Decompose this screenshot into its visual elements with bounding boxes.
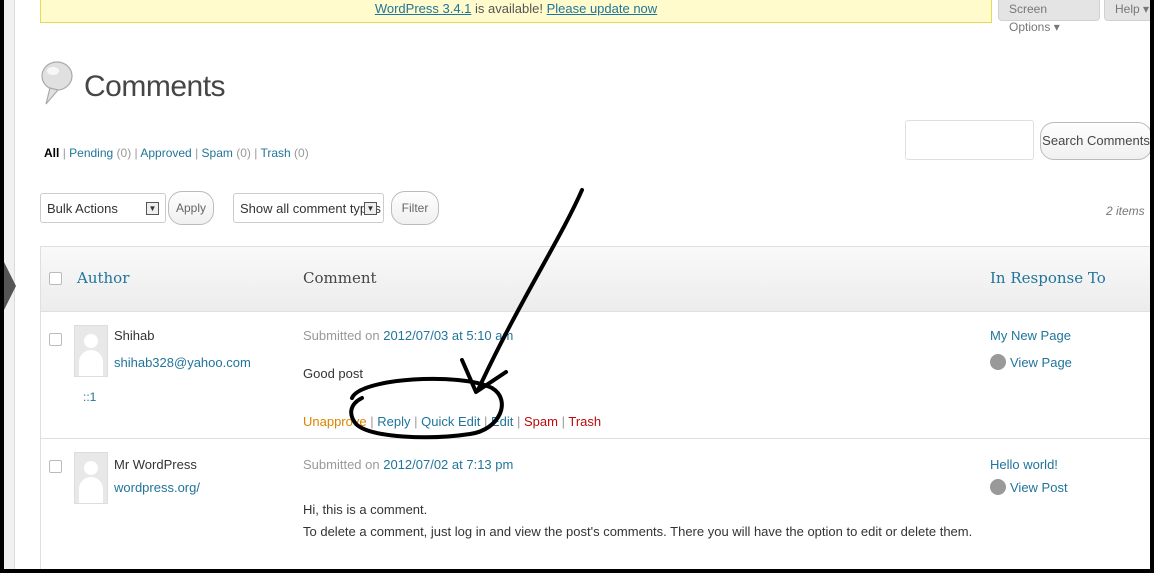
chevron-down-icon: ▼ <box>364 202 377 215</box>
view-post-label: View Post <box>1010 480 1068 495</box>
column-comment: Comment <box>303 269 377 287</box>
submitted-date-link[interactable]: 2012/07/03 at 5:10 am <box>383 328 513 343</box>
update-nag-text: is available! <box>471 1 547 16</box>
update-version-link[interactable]: WordPress 3.4.1 <box>375 1 472 16</box>
submitted-on: Submitted on 2012/07/03 at 5:10 am <box>303 328 513 343</box>
update-now-link[interactable]: Please update now <box>547 1 658 16</box>
filter-spam[interactable]: Spam <box>202 146 233 160</box>
submitted-date-link[interactable]: 2012/07/02 at 7:13 pm <box>383 457 513 472</box>
unapprove-link[interactable]: Unapprove <box>303 414 367 429</box>
separator: | <box>483 414 491 429</box>
author-name: Mr WordPress <box>114 457 197 472</box>
filter-all[interactable]: All <box>44 146 59 160</box>
page-title: Comments <box>84 70 226 103</box>
submitted-prefix: Submitted on <box>303 328 384 343</box>
filter-trash-count: (0) <box>294 146 309 160</box>
search-comments-button[interactable]: Search Comments <box>1040 122 1150 160</box>
column-in-response-to[interactable]: In Response To <box>990 269 1106 287</box>
bulk-actions-select[interactable]: Bulk Actions ▼ <box>40 193 166 223</box>
edit-link[interactable]: Edit <box>491 414 513 429</box>
screenshot-frame: WordPress 3.4.1 is available! Please upd… <box>0 0 1154 573</box>
comment-text: Good post <box>303 366 363 381</box>
avatar <box>74 452 108 504</box>
submitted-prefix: Submitted on <box>303 457 384 472</box>
row-actions: Unapprove | Reply | Quick Edit | Edit | … <box>303 414 601 429</box>
current-menu-arrow-icon <box>4 262 16 310</box>
author-url-link[interactable]: wordpress.org/ <box>114 480 200 495</box>
items-count: 2 items <box>1106 204 1145 218</box>
row-checkbox[interactable] <box>49 333 62 346</box>
filter-pending-count: (0) <box>116 146 132 160</box>
screen-options-tab[interactable]: Screen Options ▾ <box>998 0 1100 34</box>
comment-count-bubble-icon <box>990 354 1006 370</box>
comment-status-filters: All | Pending (0) | Approved | Spam (0) … <box>44 146 309 160</box>
column-author[interactable]: Author <box>77 269 129 287</box>
bulk-actions-selected: Bulk Actions <box>47 201 118 216</box>
help-tab[interactable]: Help ▾ <box>1104 0 1150 21</box>
comment-type-select[interactable]: Show all comment types ▼ <box>233 193 384 223</box>
filter-spam-count: (0) <box>236 146 251 160</box>
separator: | <box>517 414 525 429</box>
filter-button[interactable]: Filter <box>391 191 439 225</box>
view-post-link[interactable]: View Post <box>990 479 1068 495</box>
apply-button[interactable]: Apply <box>168 191 214 225</box>
filter-trash[interactable]: Trash <box>260 146 290 160</box>
view-page-label: View Page <box>1010 355 1072 370</box>
table-header: Author Comment In Response To <box>41 247 1150 312</box>
select-all-checkbox[interactable] <box>49 272 62 285</box>
quick-edit-link[interactable]: Quick Edit <box>421 414 480 429</box>
spam-link[interactable]: Spam <box>524 414 558 429</box>
comments-icon <box>41 61 73 105</box>
avatar <box>74 325 108 377</box>
update-nag: WordPress 3.4.1 is available! Please upd… <box>40 0 992 23</box>
response-post-link[interactable]: Hello world! <box>990 457 1058 472</box>
search-input[interactable] <box>905 120 1034 160</box>
author-ip-link[interactable]: ::1 <box>83 390 96 404</box>
response-post-link[interactable]: My New Page <box>990 328 1071 343</box>
view-page-link[interactable]: View Page <box>990 354 1072 370</box>
table-row: Mr WordPress wordpress.org/ Submitted on… <box>41 439 1150 569</box>
comment-type-selected: Show all comment types <box>240 201 381 216</box>
reply-link[interactable]: Reply <box>377 414 410 429</box>
table-row: Shihab shihab328@yahoo.com ::1 Submitted… <box>41 312 1150 439</box>
author-name: Shihab <box>114 328 155 343</box>
chevron-down-icon: ▼ <box>146 202 159 215</box>
comment-count-bubble-icon <box>990 479 1006 495</box>
row-checkbox[interactable] <box>49 460 62 473</box>
filter-approved[interactable]: Approved <box>140 146 191 160</box>
trash-link[interactable]: Trash <box>568 414 601 429</box>
author-email-link[interactable]: shihab328@yahoo.com <box>114 355 251 370</box>
submitted-on: Submitted on 2012/07/02 at 7:13 pm <box>303 457 513 472</box>
filter-pending[interactable]: Pending <box>69 146 113 160</box>
comment-text: To delete a comment, just log in and vie… <box>303 524 973 539</box>
comments-table: Author Comment In Response To Shihab shi… <box>40 246 1150 569</box>
comment-text: Hi, this is a comment. <box>303 502 428 517</box>
